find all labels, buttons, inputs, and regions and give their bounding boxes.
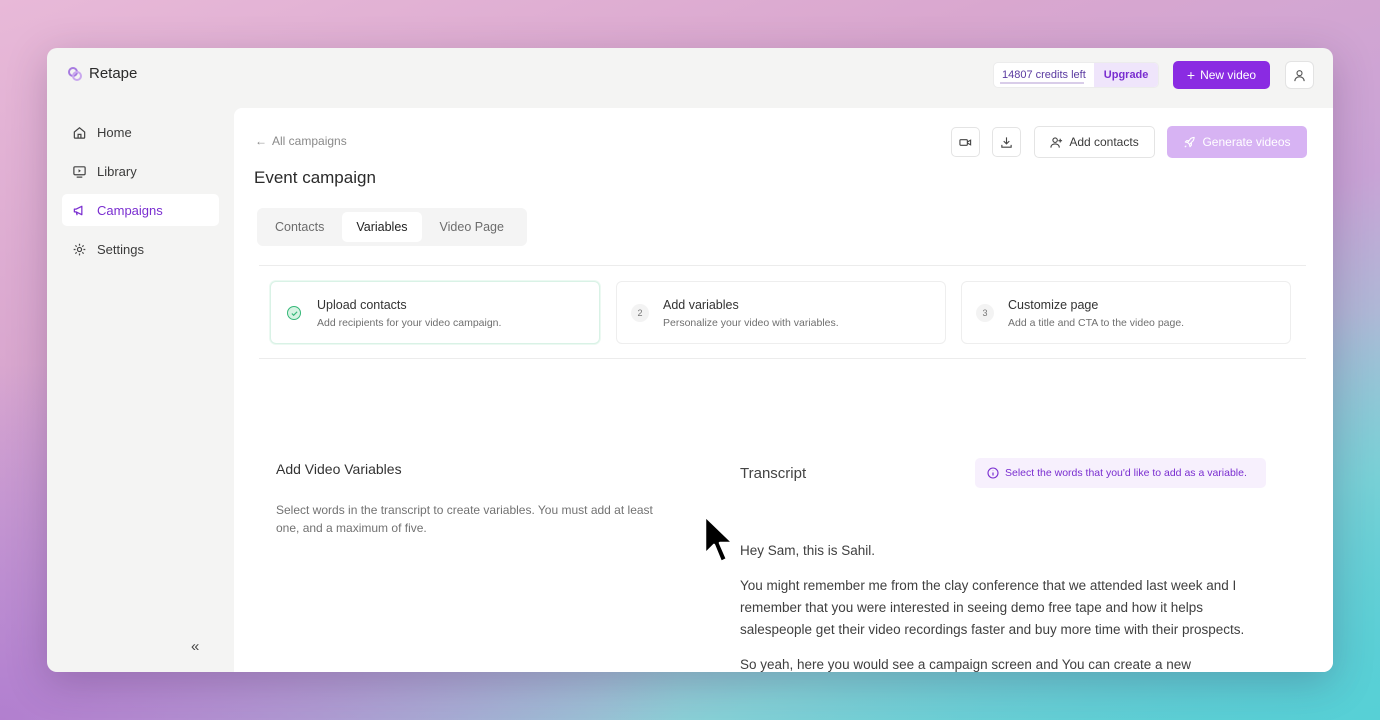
- app-name: Retape: [89, 65, 138, 82]
- sidebar-item-label: Library: [97, 163, 137, 179]
- collapse-sidebar-button[interactable]: «: [191, 638, 199, 655]
- step-description: Personalize your video with variables.: [663, 317, 839, 329]
- back-link-label: All campaigns: [272, 134, 347, 148]
- add-contacts-label: Add contacts: [1069, 135, 1139, 149]
- step-number: 2: [631, 304, 649, 322]
- download-icon: [1001, 136, 1012, 148]
- user-icon: [1294, 69, 1305, 81]
- gear-icon: [73, 243, 86, 255]
- sidebar-item-label: Home: [97, 124, 132, 140]
- transcript-paragraph[interactable]: You might remember me from the clay conf…: [740, 575, 1268, 641]
- main-panel: ← All campaigns Event campaign Add conta…: [234, 108, 1333, 672]
- step-description: Add a title and CTA to the video page.: [1008, 317, 1185, 329]
- transcript-paragraph[interactable]: So yeah, here you would see a campaign s…: [740, 654, 1268, 672]
- mouse-cursor-icon: [703, 514, 735, 564]
- sidebar: Home Library Campaigns Settings: [62, 116, 219, 272]
- record-video-button[interactable]: [951, 127, 980, 157]
- transcript-text[interactable]: Hey Sam, this is Sahil. You might rememb…: [740, 540, 1268, 672]
- sidebar-item-label: Campaigns: [97, 202, 163, 218]
- user-avatar[interactable]: [1285, 61, 1314, 89]
- divider: [259, 358, 1306, 359]
- sidebar-item-campaigns[interactable]: Campaigns: [62, 194, 219, 226]
- info-icon: [987, 467, 999, 479]
- add-contacts-button[interactable]: Add contacts: [1034, 126, 1155, 158]
- library-icon: [73, 165, 86, 178]
- upgrade-button[interactable]: Upgrade: [1093, 63, 1159, 87]
- transcript-paragraph[interactable]: Hey Sam, this is Sahil.: [740, 540, 1268, 562]
- generate-videos-label: Generate videos: [1202, 135, 1291, 149]
- step-title: Upload contacts: [317, 298, 407, 312]
- home-icon: [73, 126, 86, 139]
- step-number: 3: [976, 304, 994, 322]
- app-window: Retape 14807 credits left Upgrade + New …: [47, 48, 1333, 672]
- tab-contacts[interactable]: Contacts: [261, 212, 338, 242]
- page-title: Event campaign: [254, 168, 376, 187]
- arrow-left-icon: ←: [255, 134, 267, 148]
- tab-video-page[interactable]: Video Page: [426, 212, 518, 242]
- step-title: Add variables: [663, 298, 739, 312]
- hint-text: Select the words that you'd like to add …: [1005, 467, 1247, 479]
- plus-icon: +: [1186, 67, 1196, 83]
- step-description: Add recipients for your video campaign.: [317, 317, 502, 329]
- megaphone-icon: [73, 205, 83, 215]
- top-bar: Retape 14807 credits left Upgrade + New …: [47, 48, 1333, 104]
- variable-hint-badge: Select the words that you'd like to add …: [975, 458, 1266, 488]
- credits-box: 14807 credits left Upgrade: [993, 62, 1160, 88]
- rocket-icon: [1184, 136, 1196, 148]
- generate-videos-button[interactable]: Generate videos: [1167, 126, 1307, 158]
- retape-logo-icon: [68, 66, 82, 81]
- credits-counter: 14807 credits left: [994, 63, 1094, 87]
- variables-title: Add Video Variables: [276, 461, 402, 477]
- step-title: Customize page: [1008, 298, 1099, 312]
- divider: [259, 265, 1306, 266]
- new-video-button[interactable]: + New video: [1173, 61, 1270, 89]
- sidebar-item-settings[interactable]: Settings: [62, 233, 219, 265]
- step-customize-page[interactable]: 3 Customize page Add a title and CTA to …: [961, 281, 1291, 344]
- sidebar-item-label: Settings: [97, 241, 144, 257]
- back-link[interactable]: ← All campaigns: [255, 134, 347, 148]
- step-add-variables[interactable]: 2 Add variables Personalize your video w…: [616, 281, 946, 344]
- logo[interactable]: Retape: [67, 65, 137, 82]
- sidebar-item-library[interactable]: Library: [62, 155, 219, 187]
- variables-description: Select words in the transcript to create…: [276, 503, 653, 535]
- tab-variables[interactable]: Variables: [342, 212, 422, 242]
- download-button[interactable]: [992, 127, 1021, 157]
- step-upload-contacts[interactable]: Upload contacts Add recipients for your …: [270, 281, 600, 344]
- new-video-label: New video: [1200, 68, 1257, 82]
- transcript-title: Transcript: [740, 465, 807, 482]
- sidebar-item-home[interactable]: Home: [62, 116, 219, 148]
- add-user-icon: [1050, 136, 1063, 148]
- check-circle-icon: [287, 306, 301, 320]
- video-camera-icon: [959, 138, 972, 146]
- tab-bar: Contacts Variables Video Page: [257, 208, 527, 246]
